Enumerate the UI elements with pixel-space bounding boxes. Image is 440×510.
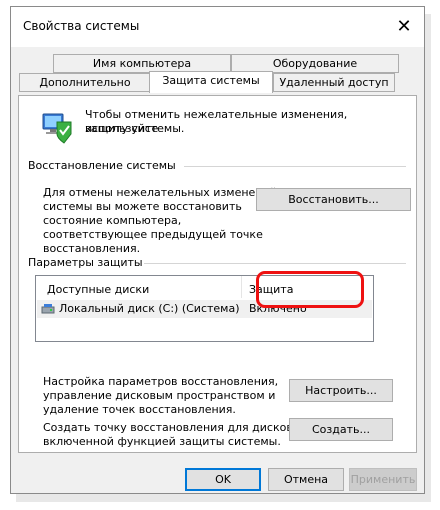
ok-button[interactable]: OK: [185, 468, 261, 491]
drive-name: Локальный диск (C:) (Система): [59, 302, 240, 315]
tab-system-protection[interactable]: Защита системы: [149, 71, 273, 93]
system-protection-icon: [42, 113, 72, 144]
create-button[interactable]: Создать...: [289, 418, 393, 441]
restore-desc-1: Для отмены нежелательных изменений: [43, 186, 277, 199]
create-desc-1: Создать точку восстановления для дисков …: [43, 421, 303, 434]
restore-desc-5: восстановления.: [43, 242, 141, 255]
highlight-ring: [256, 271, 364, 308]
configure-button[interactable]: Настроить...: [289, 379, 393, 402]
protection-heading: Параметры защиты: [28, 256, 143, 269]
window-title: Свойства системы: [23, 19, 140, 33]
column-header-drives[interactable]: Доступные диски: [47, 283, 149, 297]
intro-line-2: защиту системы.: [85, 122, 185, 135]
restore-divider: [184, 166, 406, 167]
tab-remote[interactable]: Удаленный доступ: [273, 73, 395, 92]
configure-desc-2: управление дисковым пространством и: [43, 389, 276, 402]
protection-divider: [144, 263, 406, 264]
restore-desc-2: системы вы можете восстановить: [43, 200, 242, 213]
tab-advanced[interactable]: Дополнительно: [19, 73, 151, 92]
restore-button[interactable]: Восстановить...: [256, 188, 411, 211]
configure-desc-3: удаление точек восстановления.: [43, 403, 236, 416]
restore-desc-3: состояние компьютера,: [43, 214, 182, 227]
cancel-button[interactable]: Отмена: [268, 468, 344, 491]
drive-icon: [41, 304, 55, 314]
title-bar[interactable]: Свойства системы ✕: [11, 7, 424, 47]
apply-button[interactable]: Применить: [349, 468, 417, 491]
restore-desc-4: соответствующее предыдущей точке: [43, 228, 263, 241]
configure-desc-1: Настройка параметров восстановления,: [43, 375, 279, 388]
restore-heading: Восстановление системы: [28, 159, 176, 172]
system-properties-window: Свойства системы ✕ Имя компьютера Оборуд…: [10, 6, 425, 494]
create-desc-2: включенной функцией защиты системы.: [43, 435, 281, 448]
close-icon[interactable]: ✕: [390, 13, 418, 41]
column-separator: [241, 276, 242, 298]
